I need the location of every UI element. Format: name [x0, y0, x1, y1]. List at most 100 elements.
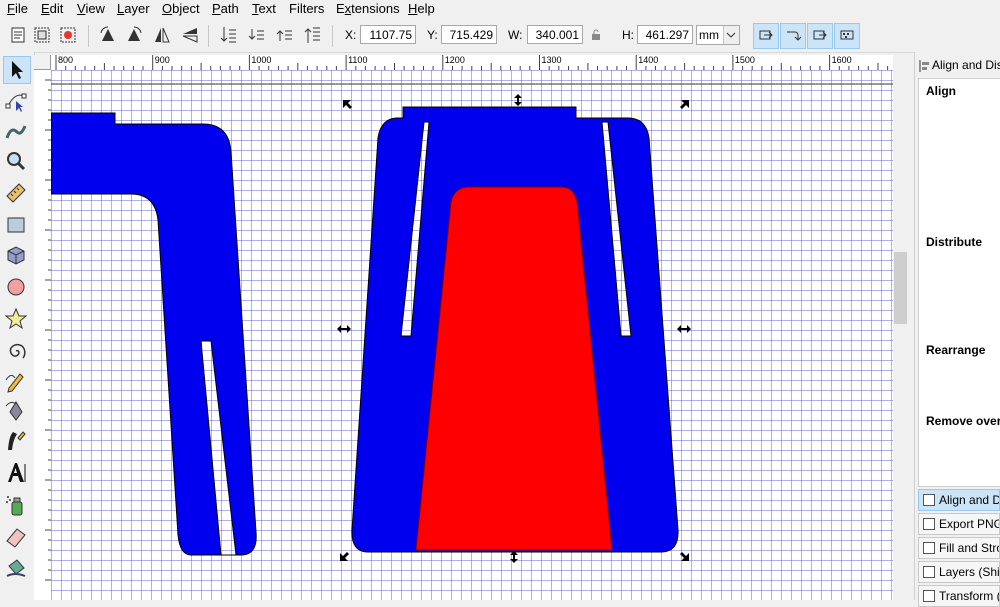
paint-bucket-icon — [6, 559, 26, 577]
tweak-icon — [5, 125, 27, 139]
lower-icon[interactable] — [246, 25, 266, 45]
ruler-ticks — [55, 55, 889, 70]
tab-layers[interactable]: Layers (Shift+Ctrl+L) — [918, 561, 1000, 583]
tab-transform-label: Transform (Shift+Ctrl+M) — [939, 589, 999, 603]
toolbar-separator — [88, 25, 89, 47]
tab-fill-stroke-label: Fill and Stroke (Shift+Ctrl+F) — [939, 541, 999, 555]
scale-stroke-button[interactable] — [753, 23, 779, 49]
menu-extensions[interactable]: Extensions — [336, 1, 400, 16]
drawing-canvas[interactable] — [51, 70, 893, 600]
menu-help[interactable]: Help — [408, 1, 435, 16]
ruler-label: 900 — [154, 55, 170, 65]
scale-handle-bottom-left — [340, 552, 349, 561]
pencil-tool[interactable] — [3, 368, 31, 396]
calligraphy-icon — [8, 431, 26, 450]
x-field[interactable]: 1107.75 — [360, 25, 416, 44]
scrollbar-thumb[interactable] — [894, 252, 907, 324]
menu-edit[interactable]: Edit — [41, 1, 63, 16]
w-field[interactable]: 340.001 — [527, 25, 583, 44]
eraser-icon — [6, 528, 26, 548]
menu-filters[interactable]: Filters — [289, 1, 324, 16]
spiral-tool[interactable] — [3, 338, 31, 366]
scale-handle-bottom-center — [510, 551, 518, 563]
spray-can-icon — [6, 496, 23, 516]
spiral-icon — [9, 343, 26, 359]
unit-value: mm — [699, 28, 719, 42]
text-tool[interactable] — [3, 460, 31, 488]
rotate-cw-icon[interactable] — [124, 25, 144, 45]
toolbar-separator — [332, 25, 333, 47]
pencil-icon — [5, 373, 24, 393]
x-label: X: — [345, 28, 357, 42]
calligraphy-tool[interactable] — [3, 428, 31, 456]
horizontal-ruler[interactable]: 800 900 1000 1100 1200 1300 1400 1500 1600 — [51, 55, 893, 71]
tab-align-distribute-label: Align and Distribute (Shift+Ctrl+A) — [939, 493, 999, 507]
select-all-icon[interactable] — [8, 25, 28, 45]
ruler-label: 1100 — [348, 55, 368, 65]
vertical-ruler[interactable] — [34, 70, 52, 600]
measure-tool[interactable] — [3, 180, 31, 208]
scale-stroke-icon — [759, 30, 773, 40]
menu-object[interactable]: Object — [162, 1, 200, 16]
raise-to-top-icon[interactable] — [302, 25, 322, 45]
rectangle-icon — [7, 217, 25, 233]
flip-vertical-icon[interactable] — [180, 25, 200, 45]
menu-text[interactable]: Text — [252, 1, 276, 16]
zoom-tool[interactable] — [3, 148, 31, 176]
lower-to-bottom-icon[interactable] — [218, 25, 238, 45]
tab-align-distribute[interactable]: Align and Distribute (Shift+Ctrl+A) — [918, 489, 1000, 511]
left-part-shape[interactable] — [51, 112, 257, 556]
ellipse-tool[interactable] — [3, 274, 31, 302]
tab-transform[interactable]: Transform (Shift+Ctrl+M) — [918, 585, 1000, 607]
unit-select[interactable]: mm — [696, 25, 740, 45]
spray-tool[interactable] — [3, 492, 31, 520]
raise-icon[interactable] — [274, 25, 294, 45]
star-tool[interactable] — [3, 306, 31, 334]
y-field[interactable]: 715.429 — [441, 25, 497, 44]
tweak-tool[interactable] — [3, 118, 31, 146]
canvas-drawing — [51, 83, 893, 563]
tab-fill-stroke[interactable]: Fill and Stroke (Shift+Ctrl+F) — [918, 537, 1000, 559]
ruler-icon — [6, 183, 26, 203]
section-align: Align — [926, 84, 956, 98]
pen-tool[interactable] — [3, 398, 31, 426]
move-gradients-button[interactable] — [807, 23, 833, 49]
rectangle-tool[interactable] — [3, 212, 31, 240]
vertical-scrollbar[interactable] — [893, 55, 908, 600]
tab-export-png[interactable]: Export PNG Image (Shift+Ctrl+E) — [918, 513, 1000, 535]
align-dialog-icon — [919, 60, 929, 72]
deselect-icon[interactable] — [58, 25, 78, 45]
selector-tool[interactable] — [3, 56, 31, 84]
h-field[interactable]: 461.297 — [637, 25, 693, 44]
ruler-label: 1200 — [444, 55, 465, 65]
select-all-layers-icon[interactable] — [32, 25, 52, 45]
lock-icon[interactable] — [589, 28, 603, 42]
star-icon — [4, 307, 28, 330]
toolbar-separator — [208, 25, 209, 47]
menu-view[interactable]: View — [77, 1, 105, 16]
magnifier-icon — [7, 152, 26, 171]
paint-bucket-tool[interactable] — [3, 554, 31, 582]
eraser-tool[interactable] — [3, 524, 31, 552]
move-patterns-button[interactable] — [834, 23, 860, 49]
flip-horizontal-icon[interactable] — [152, 25, 172, 45]
ruler-label: 1400 — [638, 55, 659, 65]
scale-handle-middle-left — [337, 325, 351, 333]
scale-corners-button[interactable] — [780, 23, 806, 49]
menu-path[interactable]: Path — [212, 1, 239, 16]
menu-file[interactable]: File — [7, 1, 28, 16]
scale-handle-bottom-right — [680, 552, 689, 561]
ruler-corner — [34, 55, 51, 70]
dock-title-bar[interactable]: Align and Distribute — [916, 56, 1000, 76]
transform-icon — [923, 590, 935, 602]
layers-icon — [923, 566, 935, 578]
3d-box-tool[interactable] — [3, 242, 31, 270]
menu-layer[interactable]: Layer — [117, 1, 150, 16]
rotate-ccw-icon[interactable] — [98, 25, 118, 45]
text-a-icon — [8, 463, 26, 482]
node-tool[interactable] — [3, 88, 31, 116]
y-label: Y: — [427, 28, 438, 42]
align-icon — [923, 494, 935, 506]
ruler-label: 1600 — [831, 55, 852, 65]
section-rearrange: Rearrange — [926, 343, 986, 357]
